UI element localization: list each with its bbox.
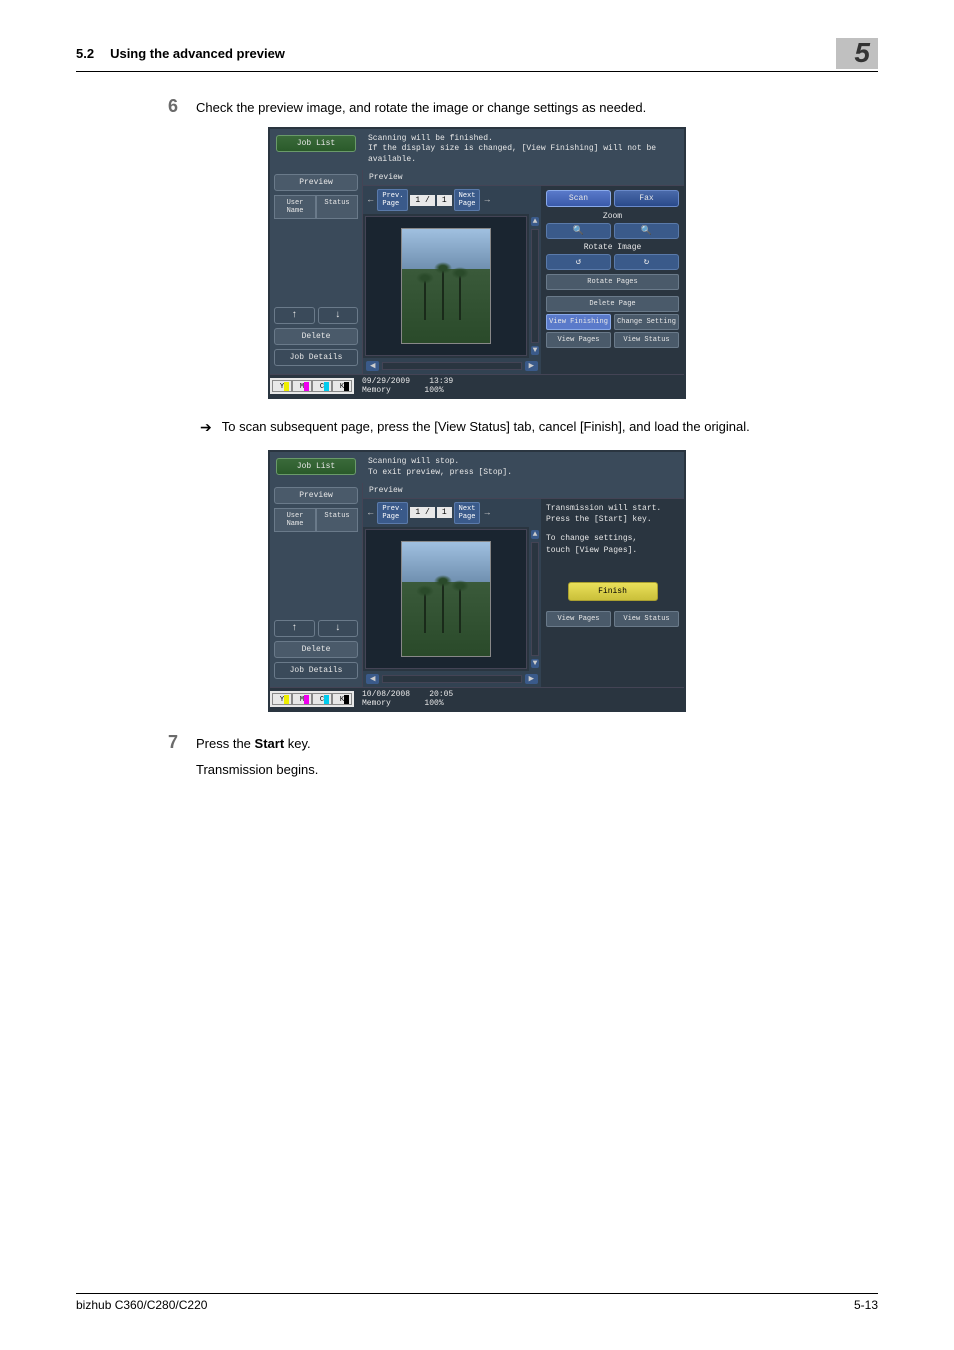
status-message: Scanning will stop.To exit preview, pres…	[362, 452, 684, 483]
status-message: Scanning will be finished.If the display…	[362, 129, 684, 170]
step-6: 6 Check the preview image, and rotate th…	[160, 96, 878, 117]
rotate-left-button[interactable]: ↺	[546, 254, 611, 270]
chapter-badge: 5	[836, 38, 878, 69]
user-name-tab[interactable]: User Name	[274, 195, 316, 219]
preview-image	[365, 216, 527, 356]
status-tab[interactable]: Status	[316, 508, 358, 532]
zoom-in-button[interactable]: 🔍	[614, 223, 679, 239]
finish-button[interactable]: Finish	[568, 582, 658, 601]
section-title: Using the advanced preview	[110, 46, 285, 61]
status-text-2: To change settings, touch [View Pages].	[546, 533, 679, 555]
step-number: 7	[160, 732, 178, 753]
next-page-button[interactable]: Next Page	[454, 502, 481, 524]
page-total: 1	[437, 195, 452, 206]
job-list-button[interactable]: Job List	[276, 135, 356, 152]
page-down-button[interactable]: ↓	[318, 307, 359, 324]
status-tab[interactable]: Status	[316, 195, 358, 219]
view-status-button[interactable]: View Status	[614, 611, 679, 627]
prev-arrow-icon[interactable]: ←	[366, 195, 375, 205]
view-finishing-button[interactable]: View Finishing	[546, 314, 611, 330]
footer-date: 09/29/2009 13:39 Memory 100%	[354, 375, 461, 397]
scan-tab[interactable]: Scan	[546, 190, 611, 207]
page-footer: bizhub C360/C280/C220 5-13	[76, 1293, 878, 1312]
fax-tab[interactable]: Fax	[614, 190, 679, 207]
toner-levels: Y M C K	[270, 378, 354, 394]
footer-page: 5-13	[854, 1298, 878, 1312]
preview-image	[365, 529, 527, 669]
step-number: 6	[160, 96, 178, 117]
arrow-icon: ➔	[200, 419, 212, 436]
view-pages-button[interactable]: View Pages	[546, 611, 611, 627]
page-number: 1 /	[410, 195, 434, 206]
vertical-scrollbar[interactable]: ▲▼	[529, 527, 541, 671]
job-details-button[interactable]: Job Details	[274, 349, 358, 366]
preview-button[interactable]: Preview	[274, 487, 358, 504]
step-text: Check the preview image, and rotate the …	[196, 96, 878, 117]
preview-header: Preview	[363, 483, 684, 499]
section-number: 5.2	[76, 46, 94, 61]
prev-page-button[interactable]: Prev. Page	[377, 189, 408, 211]
delete-button[interactable]: Delete	[274, 328, 358, 345]
view-pages-button[interactable]: View Pages	[546, 332, 611, 348]
next-arrow-icon[interactable]: →	[482, 195, 491, 205]
change-setting-button[interactable]: Change Setting	[614, 314, 679, 330]
prev-page-button[interactable]: Prev. Page	[377, 502, 408, 524]
step-7: 7 Press the Start key. Transmission begi…	[160, 732, 878, 779]
toner-levels: Y M C K	[270, 691, 354, 707]
status-text-1: Transmission will start. Press the [Star…	[546, 503, 679, 525]
page-number: 1 /	[410, 507, 434, 518]
next-arrow-icon[interactable]: →	[482, 508, 491, 518]
job-list-button[interactable]: Job List	[276, 458, 356, 475]
page-up-button[interactable]: ↑	[274, 620, 315, 637]
page-down-button[interactable]: ↓	[318, 620, 359, 637]
prev-arrow-icon[interactable]: ←	[366, 508, 375, 518]
footer-model: bizhub C360/C280/C220	[76, 1298, 207, 1312]
preview-header: Preview	[363, 170, 684, 186]
horizontal-scrollbar[interactable]: ◀▶	[363, 358, 541, 374]
sub-bullet: ➔ To scan subsequent page, press the [Vi…	[200, 419, 878, 436]
horizontal-scrollbar[interactable]: ◀▶	[363, 671, 541, 687]
footer-date: 10/08/2008 20:05 Memory 100%	[354, 688, 461, 710]
step-text: Press the Start key. Transmission begins…	[196, 732, 878, 779]
user-name-tab[interactable]: User Name	[274, 508, 316, 532]
screenshot-2: Job List Scanning will stop.To exit prev…	[268, 450, 686, 712]
bullet-text: To scan subsequent page, press the [View…	[222, 419, 750, 436]
screenshot-1: Job List Scanning will be finished.If th…	[268, 127, 686, 399]
preview-button[interactable]: Preview	[274, 174, 358, 191]
next-page-button[interactable]: Next Page	[454, 189, 481, 211]
page-up-button[interactable]: ↑	[274, 307, 315, 324]
rotate-right-button[interactable]: ↻	[614, 254, 679, 270]
job-details-button[interactable]: Job Details	[274, 662, 358, 679]
page-header: 5.2 Using the advanced preview 5	[76, 38, 878, 72]
zoom-label: Zoom	[546, 212, 679, 221]
delete-button[interactable]: Delete	[274, 641, 358, 658]
view-status-button[interactable]: View Status	[614, 332, 679, 348]
vertical-scrollbar[interactable]: ▲▼	[529, 214, 541, 358]
rotate-image-label: Rotate Image	[546, 243, 679, 252]
page-total: 1	[437, 507, 452, 518]
delete-page-button[interactable]: Delete Page	[546, 296, 679, 312]
rotate-pages-button[interactable]: Rotate Pages	[546, 274, 679, 290]
zoom-out-button[interactable]: 🔍	[546, 223, 611, 239]
